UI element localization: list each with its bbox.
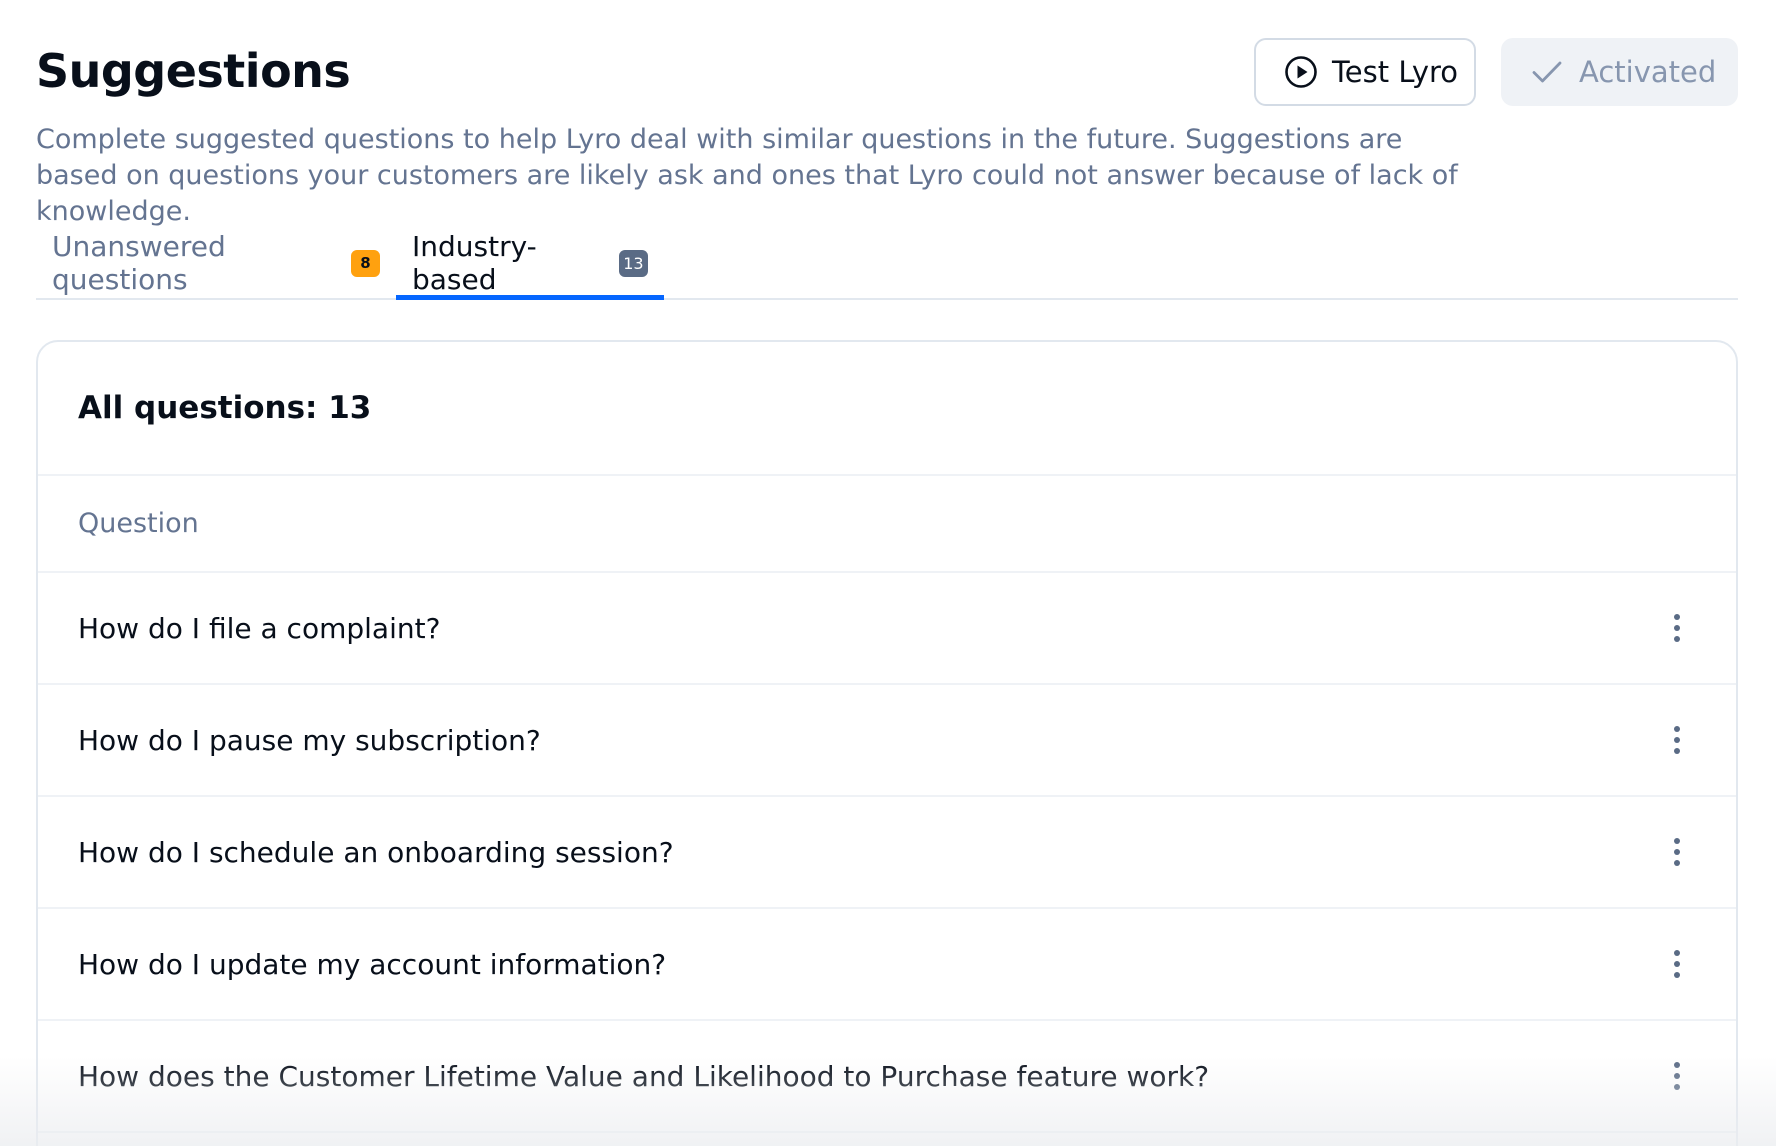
test-lyro-button[interactable]: Test Lyro [1254, 38, 1476, 106]
page-title: Suggestions [36, 44, 351, 98]
question-text: How does the Customer Lifetime Value and… [78, 1059, 1210, 1093]
question-text: How do I update my account information? [78, 947, 667, 981]
question-text: How do I file a complaint? [78, 611, 441, 645]
count-badge: 8 [351, 249, 380, 277]
table-title: All questions: 13 [78, 390, 372, 426]
more-vertical-icon[interactable] [1662, 718, 1692, 762]
tab-label: Unanswered questions [52, 230, 226, 296]
table-row[interactable]: How do I pause my subscription? [38, 685, 1736, 797]
more-vertical-icon[interactable] [1662, 830, 1692, 874]
activated-button[interactable]: Activated [1501, 38, 1738, 106]
tab-industry-based[interactable]: Industry-based 13 [396, 230, 664, 300]
tab-unanswered-questions[interactable]: Unanswered questions 8 [36, 230, 396, 298]
check-icon [1531, 59, 1563, 85]
table-row[interactable]: How does the Customer Lifetime Value and… [38, 1021, 1736, 1133]
tab-label: Industry-based [412, 230, 537, 296]
question-text: How do I pause my subscription? [78, 723, 541, 757]
table-row[interactable]: How do I update my account information? [38, 909, 1736, 1021]
table-row[interactable]: How do I schedule an onboarding session? [38, 797, 1736, 909]
more-vertical-icon[interactable] [1662, 1054, 1692, 1098]
count-badge: 13 [618, 249, 648, 277]
activated-label: Activated [1579, 55, 1717, 89]
more-vertical-icon[interactable] [1662, 942, 1692, 986]
page-description: Complete suggested questions to help Lyr… [36, 124, 1458, 227]
question-text: How do I schedule an onboarding session? [78, 835, 674, 869]
suggestions-page: Suggestions Test Lyro Activated Complete… [0, 0, 1776, 1146]
test-lyro-label: Test Lyro [1332, 55, 1459, 89]
page-header: Suggestions Test Lyro Activated [36, 0, 1738, 112]
table-row[interactable]: How do I file a complaint? [38, 573, 1736, 685]
more-vertical-icon[interactable] [1662, 606, 1692, 650]
column-header-question: Question [38, 476, 1736, 573]
table-header: All questions: 13 [38, 342, 1736, 476]
header-actions: Test Lyro Activated [1254, 38, 1738, 106]
suggestion-tabs: Unanswered questions 8 Industry-based 13 [36, 230, 1738, 300]
questions-table: All questions: 13 Question How do I file… [36, 340, 1738, 1146]
play-circle-icon [1284, 55, 1318, 89]
